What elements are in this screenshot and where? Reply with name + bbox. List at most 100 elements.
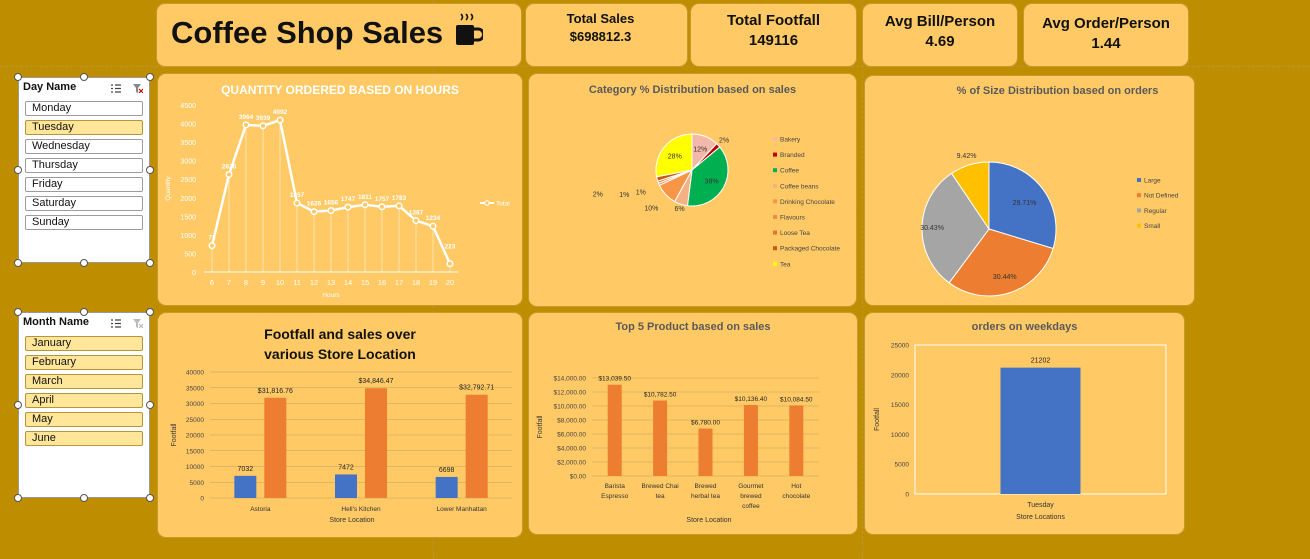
resize-handle[interactable] — [80, 494, 88, 502]
legend-label: Bakery — [780, 137, 801, 144]
data-label: 1857 — [290, 192, 305, 199]
hourly-quantity-chart[interactable]: QUANTITY ORDERED BASED ON HOURS 0 500 1000… — [157, 73, 523, 306]
resize-handle[interactable] — [14, 308, 22, 316]
resize-handle[interactable] — [14, 494, 22, 502]
slice-label: 12% — [693, 147, 707, 154]
slicer-item-june[interactable]: June — [25, 431, 143, 446]
slicer-item-february[interactable]: February — [25, 355, 143, 370]
top-products-chart[interactable]: Top 5 Product based on sales $0.00 $2,000… — [528, 312, 858, 535]
resize-handle[interactable] — [14, 73, 22, 81]
kpi-avg-order: Avg Order/Person 1.44 — [1023, 3, 1189, 67]
resize-handle[interactable] — [146, 259, 154, 267]
data-label: 1626 — [307, 201, 322, 208]
y-tick-label: $6,000.00 — [557, 432, 586, 439]
slice-label: 9.42% — [957, 153, 977, 160]
bar — [698, 428, 713, 476]
y-tick-label: 25000 — [891, 343, 909, 350]
day-name-slicer[interactable]: Day Name Monday Tuesday Wednesday Thursday F… — [18, 77, 150, 263]
multi-select-icon[interactable] — [111, 84, 121, 93]
resize-handle[interactable] — [146, 73, 154, 81]
y-tick-label: 20000 — [186, 433, 204, 440]
y-tick-label: 5000 — [895, 462, 910, 469]
slice-label: 2% — [593, 192, 603, 199]
slicer-item-sunday[interactable]: Sunday — [25, 215, 143, 230]
size-pie-chart[interactable]: % of Size Distribution based on orders 2… — [864, 75, 1195, 306]
x-tick-label: 8 — [244, 278, 248, 287]
resize-handle[interactable] — [14, 259, 22, 267]
slicer-item-may[interactable]: May — [25, 412, 143, 427]
x-tick-label: 13 — [327, 278, 335, 287]
x-tick-label: 10 — [276, 278, 284, 287]
kpi-total-footfall: Total Footfall 149116 — [690, 3, 857, 67]
kpi-label: Total Sales — [566, 11, 635, 26]
y-tick-label: 35000 — [186, 385, 204, 392]
x-tick-label: 6 — [210, 278, 214, 287]
slicer-item-march[interactable]: March — [25, 374, 143, 389]
data-label: 1656 — [324, 200, 339, 207]
y-tick-label: 4500 — [180, 103, 196, 110]
slicer-item-friday[interactable]: Friday — [25, 177, 143, 192]
weekday-orders-chart[interactable]: orders on weekdays 0 5000 10000 15000 20000 2… — [864, 312, 1185, 535]
data-label: 1387 — [409, 210, 424, 217]
y-tick-label: 1000 — [180, 233, 196, 240]
y-tick-label: 10000 — [891, 432, 909, 439]
y-tick-label: 15000 — [186, 448, 204, 455]
resize-handle[interactable] — [146, 308, 154, 316]
slice-label: 10% — [644, 206, 658, 213]
slice-label: 2% — [719, 137, 729, 144]
x-tick-label: 18 — [412, 278, 420, 287]
resize-handle[interactable] — [80, 259, 88, 267]
slice-label: 6% — [674, 206, 684, 213]
bar — [1000, 367, 1081, 494]
y-tick-label: $4,000.00 — [557, 446, 586, 453]
resize-handle[interactable] — [146, 166, 154, 174]
data-point — [361, 201, 369, 209]
x-tick-label: 15 — [361, 278, 369, 287]
data-point — [310, 208, 318, 216]
clear-filter-icon[interactable] — [133, 319, 143, 328]
bar — [465, 394, 488, 498]
category-pie-chart[interactable]: Category % Distribution based on sales 1… — [528, 73, 857, 307]
month-name-slicer[interactable]: Month Name January February March April May J… — [18, 312, 150, 498]
resize-handle[interactable] — [80, 73, 88, 81]
data-point — [344, 203, 352, 211]
resize-handle[interactable] — [146, 494, 154, 502]
data-label: 1747 — [341, 196, 356, 203]
x-tick-label: 20 — [446, 278, 454, 287]
resize-handle[interactable] — [80, 308, 88, 316]
y-tick-label: $0.00 — [570, 474, 587, 481]
slicer-item-tuesday[interactable]: Tuesday — [25, 120, 143, 135]
legend-label: Coffee beans — [780, 183, 819, 190]
resize-handle[interactable] — [14, 401, 22, 409]
bar — [335, 474, 357, 498]
x-tick-label: tea — [656, 493, 665, 500]
resize-handle[interactable] — [146, 401, 154, 409]
x-axis-title: Store Location — [686, 517, 731, 524]
bar — [743, 405, 758, 476]
clear-filter-icon[interactable] — [133, 84, 143, 93]
slicer-item-thursday[interactable]: Thursday — [25, 158, 143, 173]
store-location-chart[interactable]: Footfall and sales over various Store Lo… — [157, 312, 523, 538]
chart-plot: 0 5000 10000 15000 20000 25000 30000 35000 40000… — [171, 370, 512, 524]
dashboard-title: Coffee Shop Sales — [171, 15, 444, 50]
bar — [264, 397, 287, 498]
data-label: 1811 — [358, 194, 372, 201]
kpi-value: 1.44 — [1091, 35, 1121, 52]
slicer-item-wednesday[interactable]: Wednesday — [25, 139, 143, 154]
legend-label: Not Defined — [1144, 193, 1179, 200]
data-point — [225, 170, 233, 179]
data-label: 1783 — [392, 195, 407, 202]
kpi-total-sales: Total Sales $698812.3 — [525, 3, 688, 67]
y-tick-label: 0 — [200, 496, 204, 503]
slicer-item-saturday[interactable]: Saturday — [25, 196, 143, 211]
x-tick-label: chocolate — [782, 493, 810, 500]
slicer-item-monday[interactable]: Monday — [25, 101, 143, 116]
slicer-header: Day Name — [23, 81, 77, 93]
slice-label: 30.43% — [920, 225, 944, 232]
slicer-item-january[interactable]: January — [25, 336, 143, 351]
slicer-item-april[interactable]: April — [25, 393, 143, 408]
legend-swatch — [773, 183, 777, 188]
resize-handle[interactable] — [14, 166, 22, 174]
multi-select-icon[interactable] — [111, 319, 121, 328]
data-label: 1234 — [426, 215, 441, 222]
